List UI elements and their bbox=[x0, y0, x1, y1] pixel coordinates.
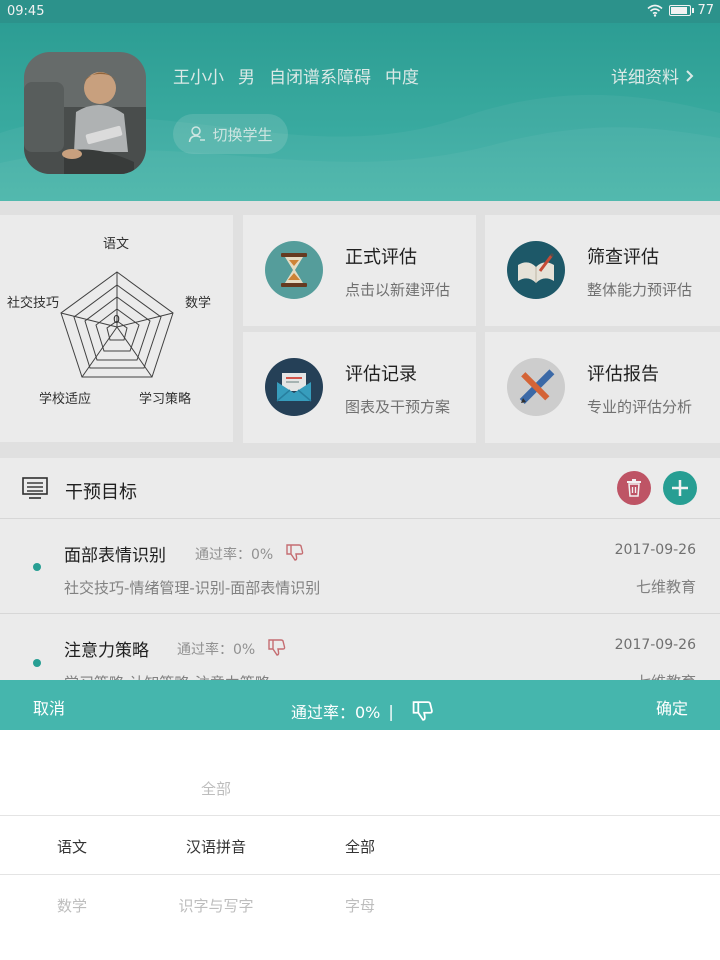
picker-col3-item[interactable]: 全部 bbox=[345, 836, 375, 857]
profile-info: 王小小 男 自闭谱系障碍 中度 bbox=[173, 63, 419, 88]
picker-col2-item[interactable]: 识字与写字 bbox=[178, 895, 253, 916]
details-link-label: 详细资料 bbox=[611, 68, 679, 88]
hourglass-icon bbox=[265, 241, 323, 299]
thumbs-down-icon[interactable] bbox=[286, 544, 304, 561]
ability-radar-card[interactable]: 语文 数学 学习策略 学校适应 社交技巧 0 bbox=[0, 215, 233, 442]
card-title: 评估报告 bbox=[587, 364, 659, 385]
formal-assessment-card[interactable]: 正式评估 点击以新建评估 bbox=[243, 215, 476, 326]
picker-col1-item[interactable]: 数学 bbox=[57, 895, 87, 916]
card-subtitle: 专业的评估分析 bbox=[587, 398, 693, 416]
card-title: 筛查评估 bbox=[587, 247, 659, 268]
card-subtitle: 图表及干预方案 bbox=[345, 398, 451, 416]
thumbs-down-icon[interactable] bbox=[412, 701, 434, 721]
user-icon bbox=[189, 126, 206, 143]
category-picker[interactable]: 全部 语文 汉语拼音 全部 数学 识字与写字 字母 bbox=[0, 730, 720, 960]
goals-title: 干预目标 bbox=[65, 482, 137, 503]
goal-name: 面部表情识别 bbox=[64, 546, 166, 566]
add-goal-button[interactable] bbox=[663, 471, 697, 505]
cancel-button[interactable]: 取消 bbox=[33, 695, 65, 719]
goal-name: 注意力策略 bbox=[64, 641, 149, 661]
radar-label-learning-strategy: 学习策略 bbox=[139, 392, 192, 407]
switch-student-button[interactable]: 切换学生 bbox=[173, 114, 288, 154]
assessment-report-card[interactable]: 评估报告 专业的评估分析 bbox=[485, 332, 720, 443]
plus-icon bbox=[672, 480, 688, 496]
radar-label-chinese: 语文 bbox=[103, 237, 130, 252]
trash-icon bbox=[627, 479, 641, 497]
goal-date: 2017-09-26 bbox=[614, 542, 696, 558]
goal-row[interactable]: 面部表情识别 通过率：0% 2017-09-26 社交技巧-情绪管理-识别-面部… bbox=[0, 519, 720, 614]
details-link[interactable]: 详细资料 bbox=[611, 63, 694, 88]
radar-label-school-adaptation: 学校适应 bbox=[39, 392, 92, 407]
picker-pass-rate: 通过率：0% bbox=[291, 703, 381, 722]
goal-bullet bbox=[33, 563, 41, 571]
student-avatar[interactable] bbox=[24, 52, 146, 174]
student-name: 王小小 bbox=[173, 68, 224, 88]
switch-student-label: 切换学生 bbox=[212, 125, 273, 144]
picker-title: 通过率：0% | bbox=[291, 699, 434, 723]
card-subtitle: 点击以新建评估 bbox=[345, 281, 451, 299]
picker-toolbar: 取消 通过率：0% | 确定 bbox=[0, 680, 720, 730]
chevron-right-icon bbox=[686, 69, 694, 82]
radar-label-social-skills: 社交技巧 bbox=[7, 296, 60, 311]
goal-pass-rate: 通过率：0% bbox=[195, 547, 274, 563]
intervention-goals-section: 干预目标 面部表情识别 通过率：0% 2017-09-26 社交技巧-情绪管理-… bbox=[0, 458, 720, 692]
goal-org: 七维教育 bbox=[635, 578, 696, 596]
battery-level: 77 bbox=[697, 3, 714, 18]
goals-header: 干预目标 bbox=[0, 458, 720, 519]
profile-header: 王小小 男 自闭谱系障碍 中度 详细资料 切换学生 bbox=[0, 23, 720, 201]
picker-col3-item[interactable]: 字母 bbox=[345, 895, 375, 916]
status-time: 09:45 bbox=[7, 4, 45, 19]
radar-center-value: 0 bbox=[113, 313, 120, 326]
card-title: 正式评估 bbox=[345, 247, 417, 268]
picker-row[interactable]: 全部 bbox=[0, 758, 720, 816]
student-condition: 自闭谱系障碍 bbox=[269, 68, 371, 88]
goal-bullet bbox=[33, 659, 41, 667]
picker-separator: | bbox=[388, 701, 394, 721]
ruler-pencil-icon bbox=[507, 358, 565, 416]
goal-path: 社交技巧-情绪管理-识别-面部表情识别 bbox=[64, 579, 321, 597]
monitor-icon bbox=[22, 477, 48, 499]
goal-pass-rate: 通过率：0% bbox=[177, 642, 256, 658]
card-subtitle: 整体能力预评估 bbox=[587, 281, 693, 299]
picker-col2-item[interactable]: 汉语拼音 bbox=[186, 836, 246, 857]
thumbs-down-icon[interactable] bbox=[268, 639, 286, 656]
wifi-icon bbox=[647, 4, 663, 17]
battery-icon bbox=[669, 5, 695, 16]
student-severity: 中度 bbox=[385, 68, 419, 88]
picker-col2-item[interactable]: 全部 bbox=[201, 778, 231, 799]
card-title: 评估记录 bbox=[345, 364, 417, 385]
radar-label-math: 数学 bbox=[185, 296, 212, 311]
screening-assessment-card[interactable]: 筛查评估 整体能力预评估 bbox=[485, 215, 720, 326]
goal-date: 2017-09-26 bbox=[614, 637, 696, 653]
assessment-records-card[interactable]: 评估记录 图表及干预方案 bbox=[243, 332, 476, 443]
student-gender: 男 bbox=[238, 68, 255, 88]
book-pen-icon bbox=[507, 241, 565, 299]
picker-row[interactable]: 数学 识字与写字 字母 bbox=[0, 875, 720, 933]
envelope-icon bbox=[265, 358, 323, 416]
picker-selected-row[interactable]: 语文 汉语拼音 全部 bbox=[0, 815, 720, 875]
status-bar: 09:45 77 bbox=[0, 0, 720, 23]
confirm-button[interactable]: 确定 bbox=[656, 695, 688, 719]
delete-goal-button[interactable] bbox=[617, 471, 651, 505]
avatar-photo bbox=[24, 52, 146, 174]
picker-col1-item[interactable]: 语文 bbox=[57, 836, 87, 857]
